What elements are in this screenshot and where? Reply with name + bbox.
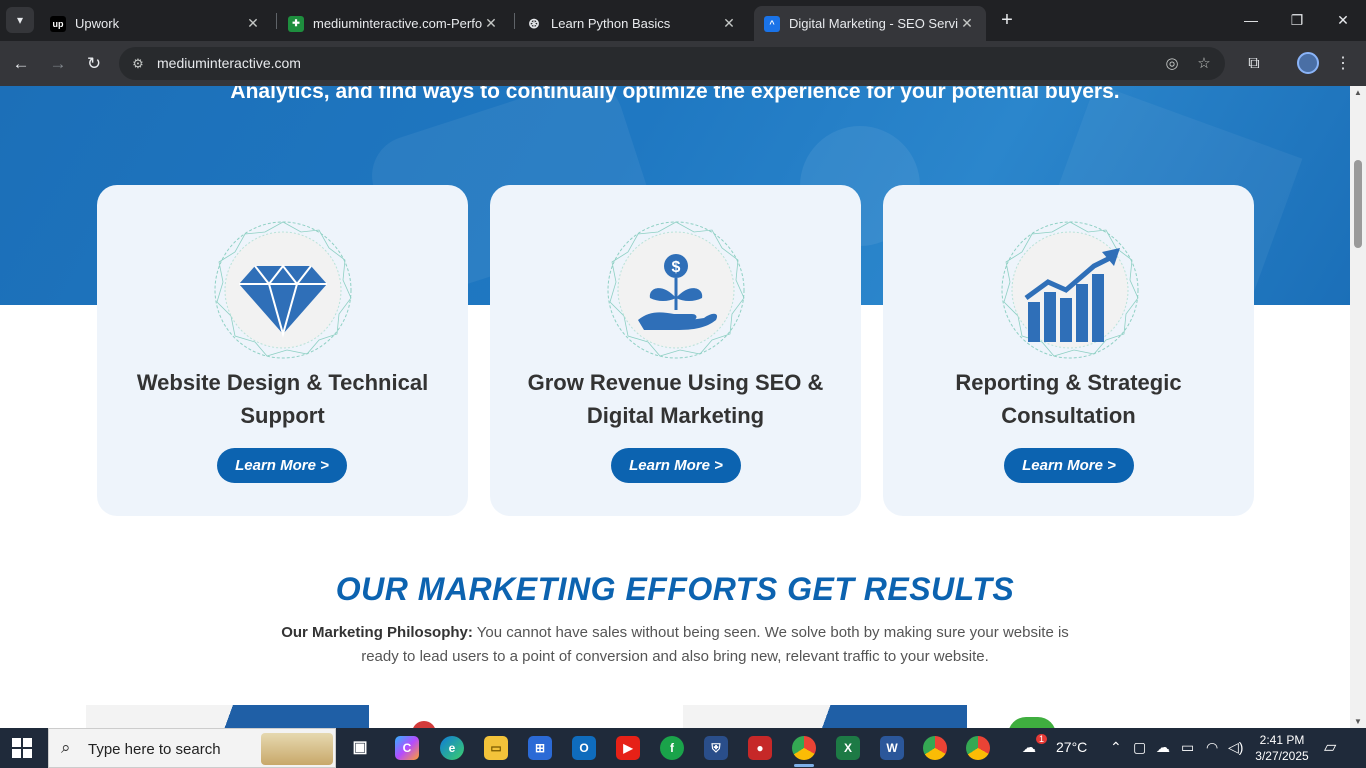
tab-title: Learn Python Basics — [551, 16, 671, 31]
minimize-button[interactable]: — — [1237, 8, 1265, 32]
site-favicon-icon: ^ — [764, 15, 780, 32]
browser-tab-bar: ▾ up Upwork ✕ ✚ mediuminteractive.com-Pe… — [0, 0, 1366, 41]
outlook-icon[interactable]: O — [572, 736, 596, 760]
copilot-icon[interactable]: C — [395, 736, 419, 760]
section-title: OUR MARKETING EFFORTS GET RESULTS — [335, 571, 1015, 607]
address-bar[interactable]: ⚙ mediuminteractive.com ◎ ☆ — [119, 47, 1225, 80]
openai-icon: ⊛ — [528, 15, 540, 31]
service-card-website-design: Website Design & Technical Support Learn… — [97, 185, 468, 516]
service-card-reporting: Reporting & Strategic Consultation Learn… — [883, 185, 1254, 516]
page-scrollbar[interactable]: ▲ ▼ — [1350, 86, 1366, 728]
notification-icon[interactable]: ▱ — [1324, 737, 1336, 757]
close-tab-icon[interactable]: ✕ — [482, 15, 500, 32]
tab-search-button[interactable]: ▾ — [6, 7, 34, 33]
close-window-button[interactable]: ✕ — [1329, 8, 1357, 32]
taskbar-search-box[interactable]: ⌕ Type here to search — [48, 728, 336, 768]
search-highlight-image — [261, 733, 333, 765]
windows-start-icon[interactable] — [12, 738, 32, 758]
page-viewport: Analytics, and find ways to continually … — [0, 86, 1350, 728]
onedrive-icon[interactable]: ☁ — [1156, 739, 1170, 756]
money-plant-icon: $ — [607, 221, 745, 359]
growth-chart-icon — [1001, 221, 1139, 359]
result-image — [683, 705, 967, 728]
battery-icon[interactable]: ▭ — [1181, 739, 1194, 756]
upwork-icon: up — [50, 15, 66, 32]
card-title: Website Design & Technical Support — [136, 370, 429, 428]
clock-date: 3/27/2025 — [1255, 749, 1309, 763]
search-placeholder: Type here to search — [88, 741, 221, 758]
tab-title: Upwork — [75, 16, 120, 31]
bookmark-star-icon[interactable]: ☆ — [1194, 54, 1214, 74]
learn-more-button[interactable]: Learn More > — [217, 448, 347, 483]
wifi-icon[interactable]: ◠ — [1206, 739, 1218, 756]
back-button[interactable]: ← — [8, 51, 34, 77]
restore-button[interactable]: ❐ — [1283, 8, 1311, 32]
card-title: Grow Revenue Using SEO & Digital Marketi… — [527, 370, 824, 428]
youtube-icon[interactable]: ▶ — [616, 736, 640, 760]
excel-icon[interactable]: X — [836, 736, 860, 760]
tab-sheets[interactable]: ✚ mediuminteractive.com-Performance ✕ — [278, 6, 510, 41]
hero-text: Analytics, and find ways to continually … — [230, 86, 1120, 103]
eye-off-icon[interactable]: ◎ — [1162, 54, 1182, 74]
clock-time: 2:41 PM — [1259, 733, 1305, 747]
extensions-icon[interactable]: ⧉ — [1243, 53, 1265, 75]
screen-recorder-icon[interactable]: ● — [748, 736, 772, 760]
chrome-profile-icon[interactable] — [923, 736, 947, 760]
learn-more-button[interactable]: Learn More > — [1004, 448, 1134, 483]
result-image — [1008, 717, 1056, 728]
security-shield-icon[interactable]: ⛨ — [704, 736, 728, 760]
new-tab-button[interactable]: + — [996, 9, 1018, 31]
reload-button[interactable]: ↻ — [81, 51, 107, 77]
browser-toolbar: ← → ↻ ⚙ mediuminteractive.com ◎ ☆ ⧉ ⋮ — [0, 41, 1366, 86]
close-tab-icon[interactable]: ✕ — [244, 15, 262, 32]
site-info-icon[interactable]: ⚙ — [129, 55, 147, 73]
edge-icon[interactable]: e — [440, 736, 464, 760]
search-icon: ⌕ — [61, 738, 71, 757]
microsoft-store-icon[interactable]: ⊞ — [528, 736, 552, 760]
tab-digital-marketing[interactable]: ^ Digital Marketing - SEO Services ✕ — [754, 6, 986, 41]
fiverr-icon[interactable]: f — [660, 736, 684, 760]
diamond-icon — [214, 221, 352, 359]
weather-icon[interactable]: ☁ — [1022, 739, 1036, 756]
chrome-profile-icon[interactable] — [966, 736, 990, 760]
svg-text:$: $ — [672, 259, 681, 276]
forward-button[interactable]: → — [45, 51, 71, 77]
close-tab-icon[interactable]: ✕ — [958, 15, 976, 32]
meet-icon[interactable]: ▢ — [1133, 739, 1146, 756]
weather-badge: 1 — [1036, 734, 1048, 744]
weather-temp[interactable]: 27°C — [1056, 739, 1087, 755]
sheets-icon: ✚ — [288, 15, 304, 32]
taskbar-clock[interactable]: 2:41 PM 3/27/2025 — [1253, 732, 1311, 764]
file-explorer-icon[interactable]: ▭ — [484, 736, 508, 760]
chrome-icon[interactable] — [792, 736, 816, 767]
tab-upwork[interactable]: up Upwork ✕ — [40, 6, 272, 41]
profile-avatar[interactable] — [1297, 52, 1319, 74]
tab-title: Digital Marketing - SEO Services — [789, 16, 958, 31]
task-view-icon[interactable]: ▣ — [348, 736, 372, 760]
result-image — [412, 721, 436, 728]
tab-title: mediuminteractive.com-Performance — [313, 16, 482, 31]
url-text[interactable]: mediuminteractive.com — [157, 55, 301, 71]
scroll-up-icon[interactable]: ▲ — [1353, 88, 1363, 97]
scrollbar-thumb[interactable] — [1354, 160, 1362, 248]
philosophy-paragraph: Our Marketing Philosophy: You cannot hav… — [280, 621, 1070, 669]
card-title: Reporting & Strategic Consultation — [955, 370, 1182, 428]
tab-python[interactable]: ⊛ Learn Python Basics ✕ — [516, 6, 748, 41]
menu-kebab-icon[interactable]: ⋮ — [1332, 53, 1354, 75]
learn-more-button[interactable]: Learn More > — [611, 448, 741, 483]
result-image — [86, 705, 369, 728]
close-tab-icon[interactable]: ✕ — [720, 15, 738, 32]
service-card-grow-revenue: $ Grow Revenue Using SEO & Digital Marke… — [490, 185, 861, 516]
volume-icon[interactable]: ◁) — [1228, 739, 1243, 756]
philosophy-label: Our Marketing Philosophy: — [281, 624, 473, 641]
windows-taskbar: ⌕ Type here to search ▣ C e ▭ ⊞ O ▶ f ⛨ … — [0, 728, 1366, 768]
word-icon[interactable]: W — [880, 736, 904, 760]
show-hidden-icons-icon[interactable]: ⌃ — [1110, 739, 1122, 756]
scroll-down-icon[interactable]: ▼ — [1353, 717, 1363, 726]
